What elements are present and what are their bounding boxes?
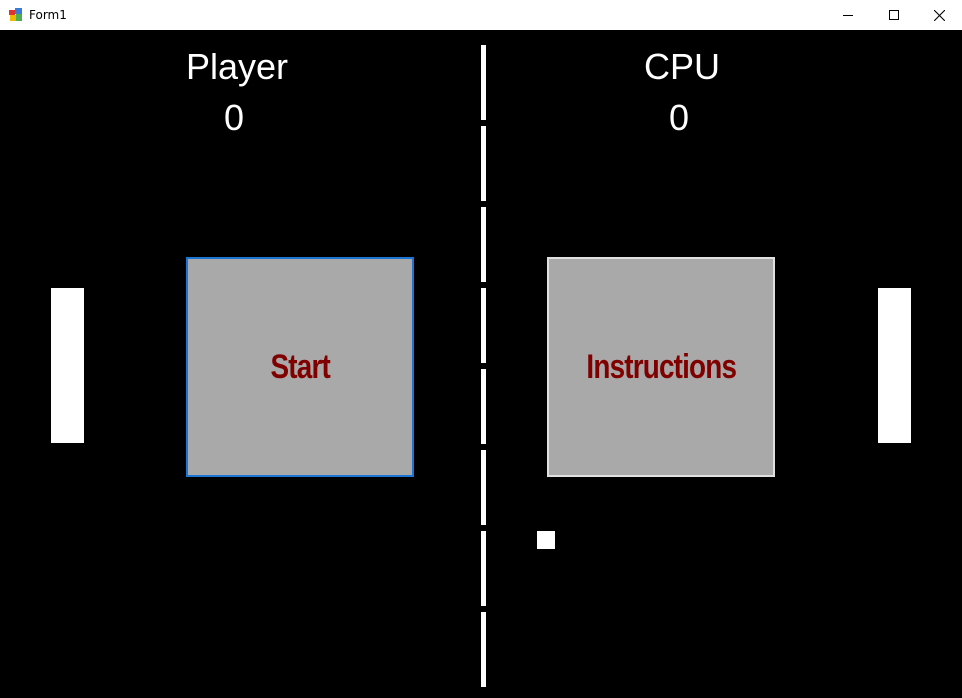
ball — [537, 531, 555, 549]
player-paddle — [51, 288, 84, 443]
net-segment — [481, 45, 486, 120]
minimize-icon — [843, 15, 853, 16]
instructions-button[interactable]: Instructions — [547, 257, 775, 477]
title-bar: Form1 — [0, 0, 962, 30]
net-segment — [481, 450, 486, 525]
net-segment — [481, 288, 486, 363]
player-score: 0 — [224, 97, 245, 138]
maximize-icon — [889, 10, 899, 20]
maximize-button[interactable] — [871, 0, 917, 30]
cpu-paddle — [878, 288, 911, 443]
net-segment — [481, 126, 486, 201]
net-segment — [481, 612, 486, 687]
close-button[interactable] — [916, 0, 962, 30]
app-icon — [9, 8, 22, 21]
close-icon — [933, 9, 945, 21]
cpu-score: 0 — [669, 97, 690, 138]
game-area: Player 0 CPU 0 Start Instructions — [0, 30, 962, 698]
start-button[interactable]: Start — [186, 257, 414, 477]
minimize-button[interactable] — [825, 0, 871, 30]
net-segment — [481, 207, 486, 282]
start-button-label: Start — [270, 347, 330, 386]
window-title: Form1 — [29, 8, 67, 22]
instructions-button-label: Instructions — [586, 347, 737, 386]
net-segment — [481, 369, 486, 444]
player-label: Player — [186, 46, 289, 87]
net-segment — [481, 531, 486, 606]
cpu-label: CPU — [644, 46, 721, 87]
